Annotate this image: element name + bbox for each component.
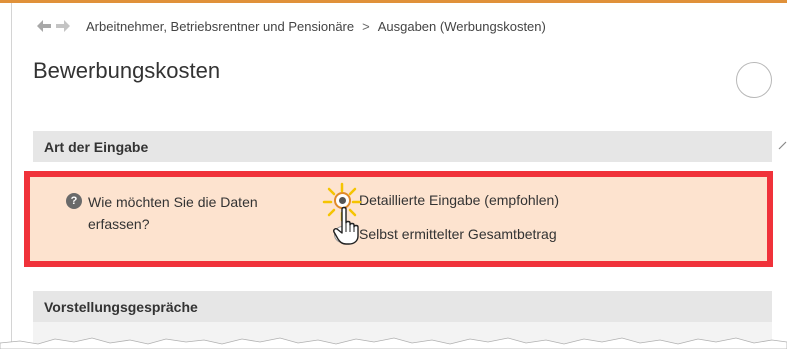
breadcrumb-item[interactable]: Ausgaben (Werbungskosten) xyxy=(378,19,546,34)
left-divider xyxy=(11,3,12,349)
breadcrumb-separator: > xyxy=(362,18,370,34)
breadcrumb: Arbeitnehmer, Betriebsrentner und Pensio… xyxy=(36,16,546,36)
radio-label-total[interactable]: Selbst ermittelter Gesamtbetrag xyxy=(359,226,557,242)
section-header-vorstellungsgespraeche[interactable]: Vorstellungsgespräche xyxy=(33,291,772,322)
collapse-icon[interactable] xyxy=(778,137,787,150)
forward-arrow-icon[interactable] xyxy=(55,19,71,33)
help-icon[interactable]: ? xyxy=(66,193,82,209)
top-accent-bar xyxy=(0,0,787,3)
back-arrow-icon[interactable] xyxy=(36,19,52,33)
circle-button[interactable] xyxy=(736,62,772,98)
page-title: Bewerbungskosten xyxy=(33,58,221,83)
section-title: Vorstellungsgespräche xyxy=(44,298,198,315)
section-title: Art der Eingabe xyxy=(44,138,149,155)
hand-cursor-icon xyxy=(333,206,359,245)
section-header-art-der-eingabe[interactable]: Art der Eingabe xyxy=(33,131,772,162)
radio-label-detailed[interactable]: Detaillierte Eingabe (empfohlen) xyxy=(359,192,559,208)
torn-edge-decoration xyxy=(0,337,787,349)
breadcrumb-item[interactable]: Arbeitnehmer, Betriebsrentner und Pensio… xyxy=(86,19,354,34)
question-label: Wie möchten Sie die Daten erfassen? xyxy=(88,194,258,232)
